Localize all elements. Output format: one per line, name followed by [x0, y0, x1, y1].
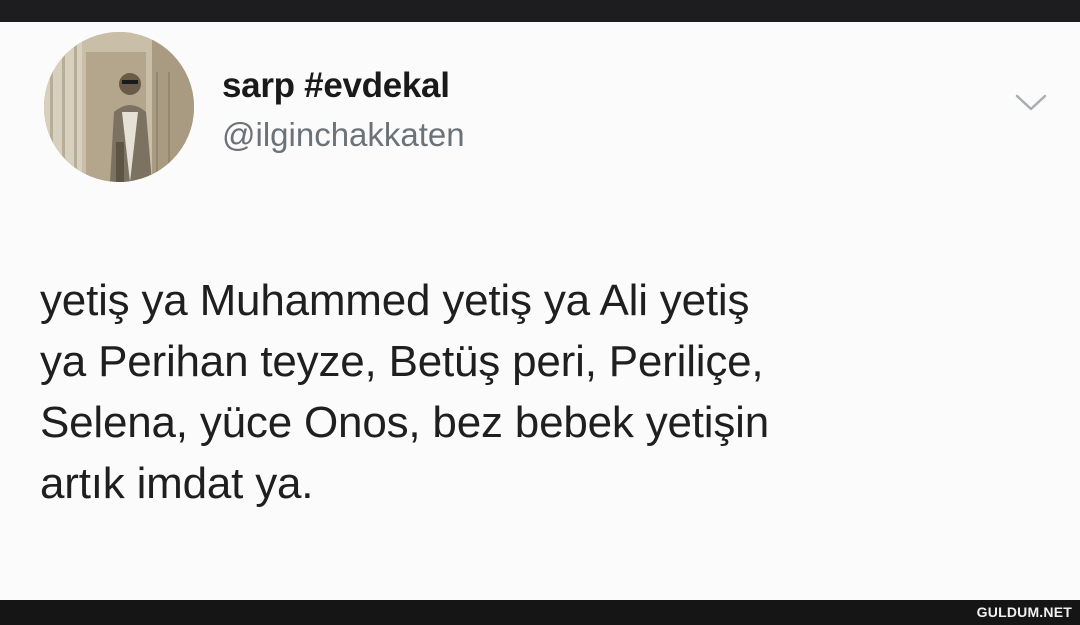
tweet-card: sarp #evdekal @ilginchakkaten yetiş ya M…: [0, 22, 1080, 600]
tweet-text-line: Selena, yüce Onos, bez bebek yetişin: [40, 398, 770, 447]
bottom-frame-bar: [0, 600, 1080, 625]
tweet-text-line: ya Perihan teyze, Betüş peri, Periliçe,: [40, 337, 764, 386]
tweet-text-line: yetiş ya Muhammed yetiş ya Ali yetiş: [40, 276, 750, 325]
top-frame-bar: [0, 0, 1080, 22]
tweet-text: yetiş ya Muhammed yetiş ya Ali yetiş ya …: [40, 270, 1050, 514]
avatar[interactable]: [44, 32, 194, 182]
watermark: GULDUM.NET: [976, 604, 1072, 620]
tweet-text-line: artık imdat ya.: [40, 459, 314, 508]
avatar-photo: [44, 32, 194, 182]
display-name[interactable]: sarp #evdekal: [222, 66, 450, 106]
chevron-down-icon[interactable]: [1014, 92, 1048, 114]
user-handle[interactable]: @ilginchakkaten: [222, 116, 465, 154]
